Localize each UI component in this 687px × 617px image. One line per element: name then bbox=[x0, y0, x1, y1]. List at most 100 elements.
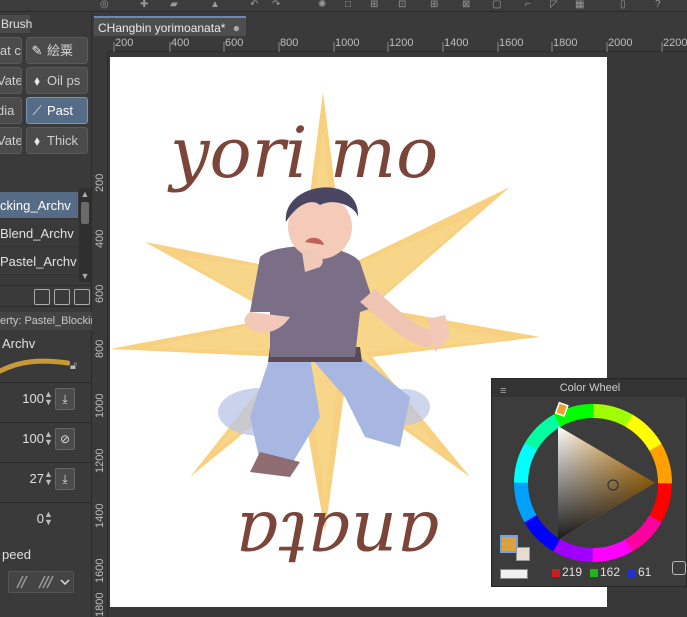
color-wheel-header: ≡ Color Wheel bbox=[492, 379, 687, 397]
ruler-tick-label: 1200 bbox=[389, 37, 414, 49]
vertical-ruler: 200 400 600 800 1000 1200 1400 1600 1800 bbox=[94, 52, 108, 617]
pastel-icon: ⟋ bbox=[32, 103, 42, 118]
ruler-tick-label: 2200 bbox=[663, 37, 687, 49]
sub-tool-item[interactable]: Blend_Archv bbox=[0, 220, 78, 247]
transparent-color-icon[interactable] bbox=[500, 569, 528, 579]
tool-button[interactable]: ⬧ Thick bbox=[26, 127, 88, 154]
redo-icon[interactable]: ↷ bbox=[272, 0, 280, 12]
speed-dropdown[interactable] bbox=[8, 571, 74, 593]
help-icon[interactable]: ? bbox=[655, 0, 661, 12]
color-settings-icon[interactable] bbox=[672, 561, 686, 575]
sub-color-swatch[interactable] bbox=[516, 547, 530, 561]
spin-icon[interactable]: ▲ ▼ bbox=[44, 470, 54, 488]
ruler-tick-label: 600 bbox=[94, 284, 106, 303]
color-wheel[interactable] bbox=[492, 397, 687, 567]
tool-label: Vate bbox=[0, 133, 22, 148]
toolbar-icon[interactable]: ▰ bbox=[170, 0, 178, 12]
toolbar-icon[interactable]: ⊡ bbox=[398, 0, 406, 12]
scroll-down-icon[interactable]: ▼ bbox=[79, 270, 91, 282]
brush-tab[interactable]: Brush bbox=[0, 15, 32, 33]
import-icon[interactable] bbox=[34, 289, 50, 305]
pressure-button[interactable]: ⤓ bbox=[55, 468, 75, 490]
delete-icon[interactable] bbox=[74, 289, 90, 305]
lock-icon[interactable]: 🔓︎ bbox=[70, 360, 82, 372]
toolbar-icon[interactable]: ▢ bbox=[492, 0, 501, 12]
toolbar-icon[interactable]: ✚ bbox=[140, 0, 148, 12]
ruler-tick-label: 1000 bbox=[94, 393, 106, 418]
undo-icon[interactable]: ↶ bbox=[250, 0, 258, 12]
sub-tool-item[interactable]: Pastel_Archv bbox=[0, 248, 78, 275]
app-window: ◎ ✚ ▰ ▲ ↶ ↷ ✺ □ ⊞ ⊡ ⊞ ⊠ ▢ ⌐ ◸ ▦ ▯ ? Brus… bbox=[0, 0, 687, 617]
tool-button[interactable]: ⬧ Oil ps bbox=[26, 67, 88, 94]
toolbar-icon[interactable]: ⊞ bbox=[430, 0, 438, 12]
brush-size-row: 100 ▲ ▼ ⤓ bbox=[0, 382, 92, 416]
duplicate-icon[interactable] bbox=[54, 289, 70, 305]
red-value: 219 bbox=[562, 565, 583, 579]
scroll-thumb[interactable] bbox=[81, 202, 89, 224]
rgb-green: 162 bbox=[590, 565, 620, 579]
brush-size-value[interactable]: 100 bbox=[22, 391, 44, 406]
document-tab[interactable]: CHangbin yorimoanata* ● bbox=[94, 16, 246, 36]
ruler-tick-label: 200 bbox=[115, 37, 134, 49]
tool-button[interactable]: dia bbox=[0, 97, 22, 124]
paint-tube-icon: ⬧ bbox=[34, 73, 40, 88]
top-toolbar: ◎ ✚ ▰ ▲ ↶ ↷ ✺ □ ⊞ ⊡ ⊞ ⊠ ▢ ⌐ ◸ ▦ ▯ ? bbox=[0, 0, 687, 12]
ruler-tick-label: 1400 bbox=[444, 37, 469, 49]
lettering-top: yori mo bbox=[167, 112, 438, 194]
ruler-tick-label: 800 bbox=[94, 339, 106, 358]
ruler-tick-label: 400 bbox=[171, 37, 190, 49]
tool-label: dia bbox=[0, 103, 15, 118]
sub-tool-scrollbar[interactable]: ▲ ▼ bbox=[79, 188, 91, 282]
spin-icon[interactable]: ▲ ▼ bbox=[44, 390, 54, 408]
tool-button[interactable]: Vate bbox=[0, 67, 22, 94]
toolbar-icon[interactable]: ▦ bbox=[575, 0, 584, 12]
opacity-value[interactable]: 100 bbox=[22, 431, 44, 446]
scroll-up-icon[interactable]: ▲ bbox=[79, 188, 91, 200]
toolbar-icon[interactable]: ⌐ bbox=[525, 0, 531, 12]
ruler-tick-label: 1400 bbox=[94, 503, 106, 528]
red-channel-icon bbox=[552, 568, 560, 577]
ruler-tick-label: 1000 bbox=[335, 37, 360, 49]
toolbar-icon[interactable]: ◸ bbox=[550, 0, 558, 12]
spin-icon[interactable]: ▲ ▼ bbox=[44, 430, 54, 448]
tool-label: Oil ps bbox=[47, 73, 81, 88]
toolbar-icon[interactable]: □ bbox=[345, 0, 351, 12]
opacity-settings-button[interactable]: ⊘ bbox=[55, 428, 75, 450]
speed-label: peed bbox=[2, 547, 31, 562]
spin-icon[interactable]: ▲ ▼ bbox=[44, 510, 54, 528]
tool-button[interactable]: lat c bbox=[0, 37, 22, 64]
tool-label: Vate bbox=[0, 73, 22, 88]
lettering-bottom: anata bbox=[236, 496, 440, 580]
tool-label: lat c bbox=[0, 43, 21, 58]
color-wheel-title: Color Wheel bbox=[559, 382, 621, 394]
tool-label: Past bbox=[47, 103, 74, 118]
close-tab-icon[interactable]: ● bbox=[233, 18, 240, 38]
density-value[interactable]: 27 bbox=[30, 471, 44, 486]
toolbar-icon[interactable]: ⊠ bbox=[462, 0, 470, 12]
blue-value: 61 bbox=[638, 565, 652, 579]
sub-tool-item[interactable]: cking_Archv bbox=[0, 192, 78, 219]
stabilization-value[interactable]: 0 bbox=[37, 511, 44, 526]
pen-icon: ✎ bbox=[31, 43, 43, 58]
opacity-row: 100 ▲ ▼ ⊘ bbox=[0, 422, 92, 456]
pressure-button[interactable]: ⤓ bbox=[55, 388, 75, 410]
toolbar-icon[interactable]: ✺ bbox=[318, 0, 326, 12]
tool-label: Thick bbox=[47, 133, 79, 148]
toolbar-icon[interactable]: ⊞ bbox=[370, 0, 378, 12]
tool-property-title: erty: Pastel_Blockin bbox=[0, 312, 92, 330]
ruler-tick-label: 1600 bbox=[94, 558, 106, 583]
tool-button[interactable]: ✎ 絵粟 bbox=[26, 37, 88, 64]
rgb-red: 219 bbox=[552, 565, 582, 579]
ruler-tick-label: 1800 bbox=[94, 592, 106, 617]
ruler-tick-label: 2000 bbox=[608, 37, 633, 49]
speed-icon bbox=[16, 575, 70, 589]
ruler-tick-label: 600 bbox=[225, 37, 244, 49]
horizontal-ruler: 200 400 600 800 1000 1200 1400 1600 1800… bbox=[108, 36, 687, 52]
toolbar-icon[interactable]: ◎ bbox=[100, 0, 109, 12]
tool-button[interactable]: Vate bbox=[0, 127, 22, 154]
density-row: 27 ▲ ▼ ⤓ bbox=[0, 462, 92, 496]
sub-tool-actions bbox=[0, 285, 92, 307]
toolbar-icon[interactable]: ▲ bbox=[210, 0, 220, 12]
device-icon[interactable]: ▯ bbox=[620, 0, 626, 12]
tool-button-pastel[interactable]: ⟋ Past bbox=[26, 97, 88, 124]
